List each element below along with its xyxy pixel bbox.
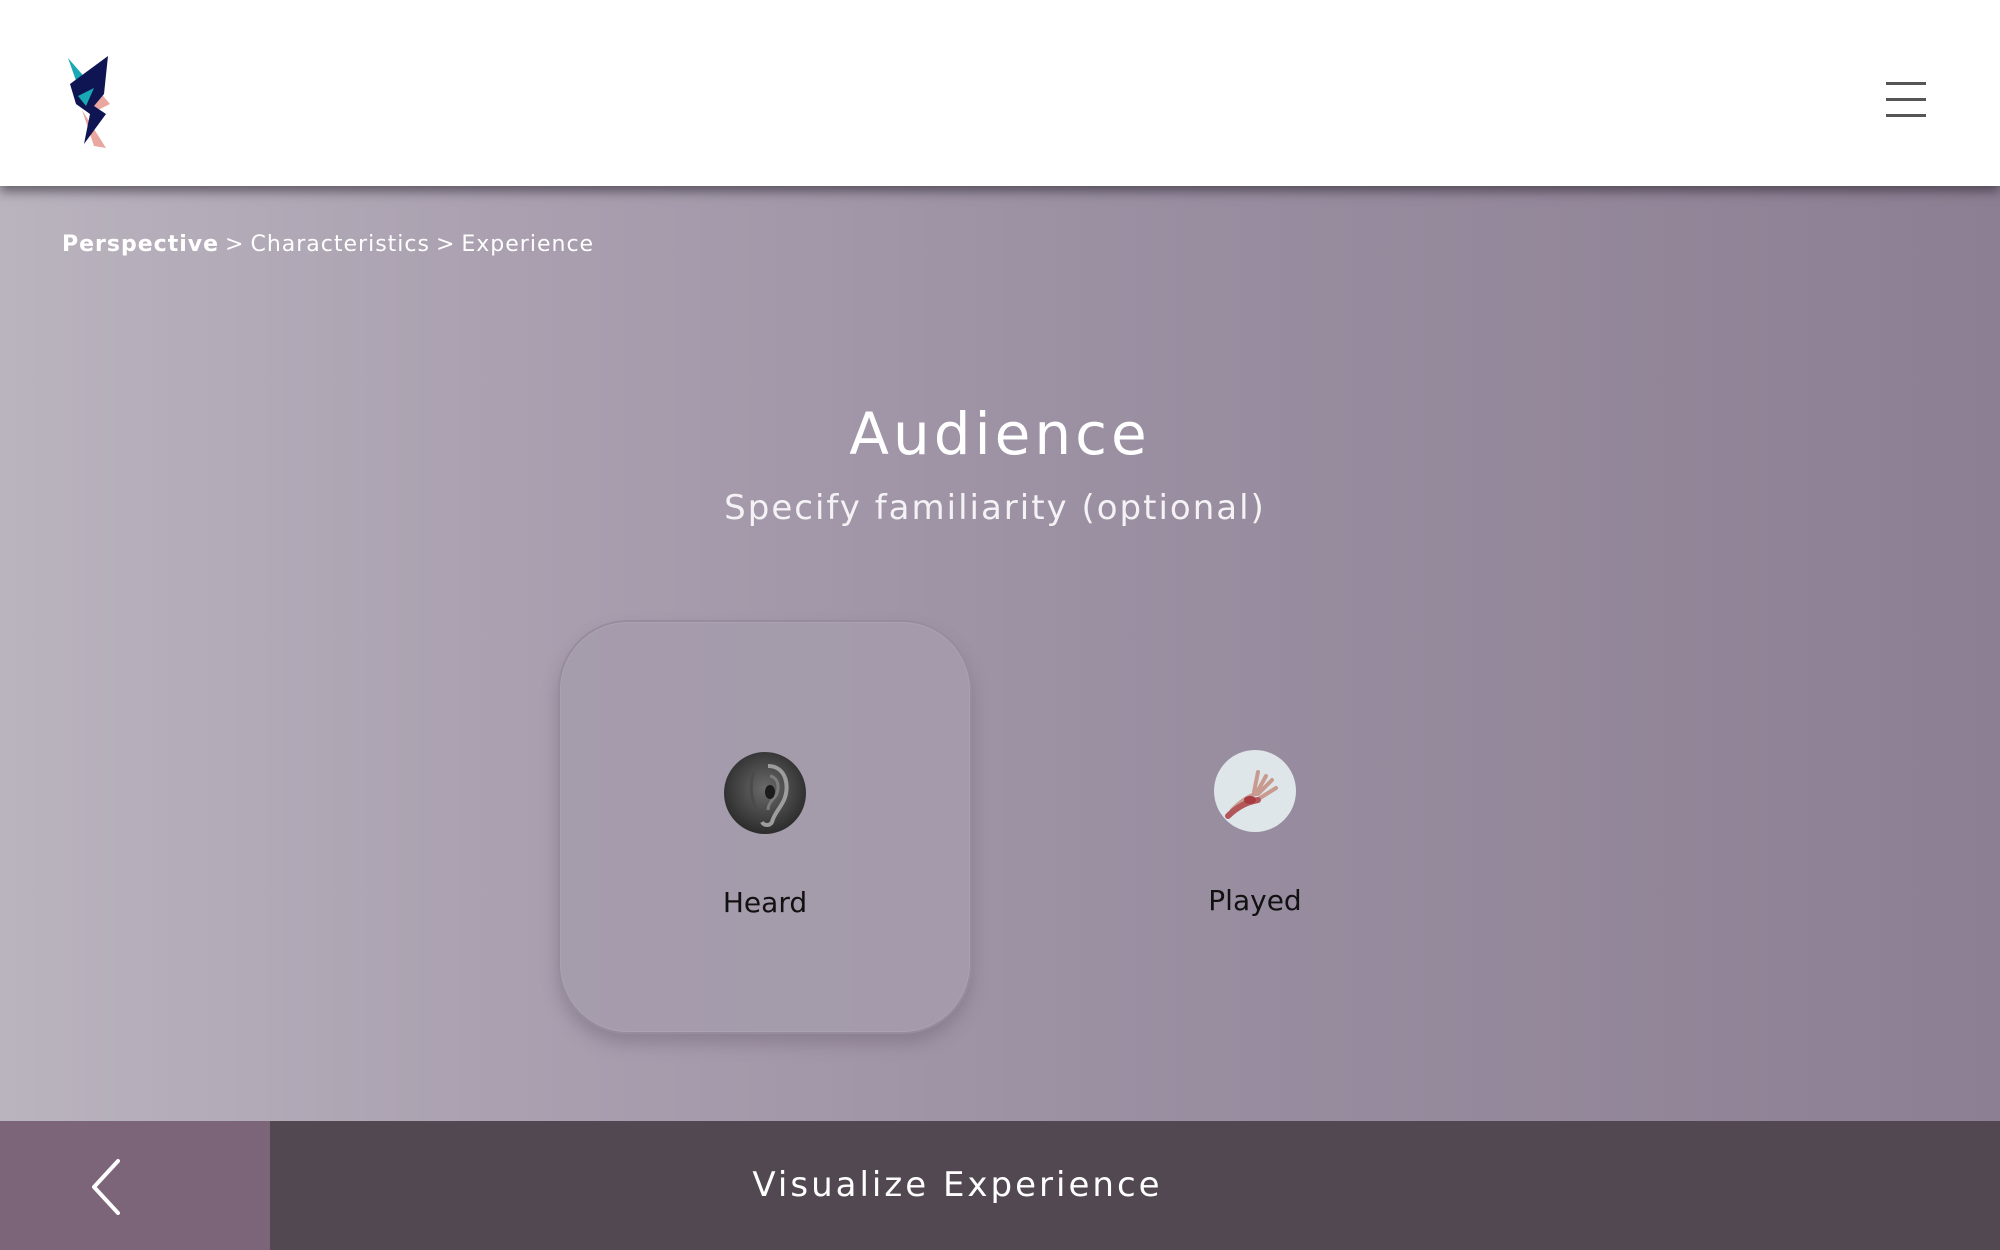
top-bar bbox=[0, 0, 2000, 186]
page-subtitle: Specify familiarity (optional) bbox=[724, 488, 1266, 528]
visualize-experience-button[interactable]: Visualize Experience bbox=[270, 1121, 1645, 1250]
ear-image bbox=[724, 752, 806, 834]
hamburger-menu-icon[interactable] bbox=[1880, 78, 1930, 122]
page: Perspective > Characteristics > Experience A… bbox=[0, 0, 2000, 1250]
breadcrumb-separator: > bbox=[435, 232, 456, 257]
page-title: Audience bbox=[849, 400, 1151, 468]
back-button[interactable] bbox=[0, 1121, 270, 1250]
option-card-heard[interactable]: Heard bbox=[558, 620, 972, 1034]
breadcrumb: Perspective > Characteristics > Experience bbox=[62, 232, 594, 257]
option-label-played: Played bbox=[1208, 884, 1302, 917]
footer-bar: Visualize Experience bbox=[0, 1121, 2000, 1250]
chevron-left-icon bbox=[92, 1159, 120, 1215]
breadcrumb-item-experience: Experience bbox=[461, 232, 595, 257]
menu-line bbox=[1886, 82, 1926, 85]
menu-line bbox=[1886, 114, 1926, 117]
hand-image bbox=[1214, 750, 1296, 832]
lightning-bolt-logo-icon bbox=[68, 56, 110, 148]
option-card-played[interactable]: Played bbox=[1050, 620, 1460, 1030]
logo[interactable] bbox=[64, 54, 120, 148]
menu-line bbox=[1886, 98, 1926, 101]
breadcrumb-item-perspective[interactable]: Perspective bbox=[62, 232, 219, 257]
option-label-heard: Heard bbox=[722, 886, 808, 919]
breadcrumb-item-characteristics[interactable]: Characteristics bbox=[250, 232, 429, 257]
breadcrumb-separator: > bbox=[225, 232, 245, 257]
